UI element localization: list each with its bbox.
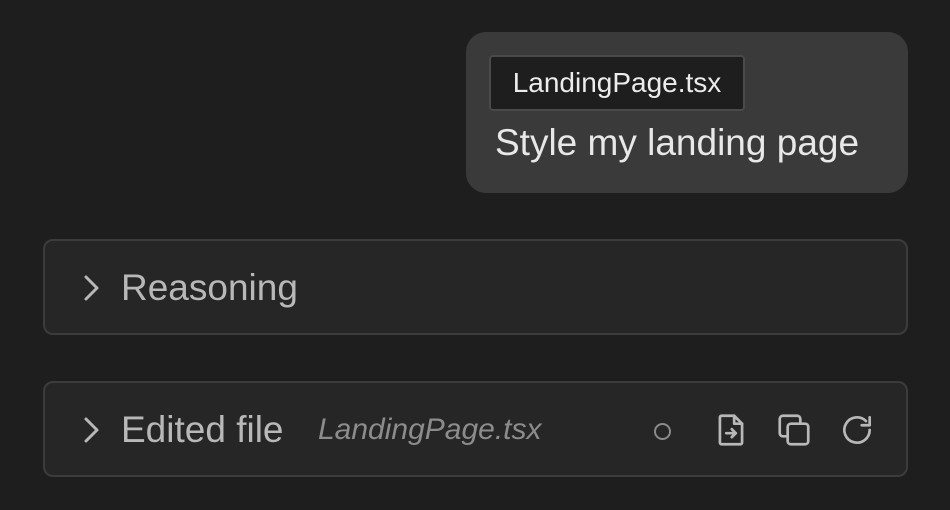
refresh-icon: [843, 415, 872, 444]
apply-file-icon: [718, 414, 744, 446]
user-message-text: Style my landing page: [495, 122, 860, 163]
reasoning-label: Reasoning: [121, 267, 298, 308]
edited-file-name[interactable]: LandingPage.tsx: [318, 413, 542, 447]
chevron-right-icon: [84, 275, 99, 301]
user-message-bubble: LandingPage.tsx Style my landing page: [466, 32, 908, 193]
status-dot-icon: [654, 423, 671, 440]
chevron-right-icon: [84, 417, 99, 443]
edited-file-label: Edited file: [121, 409, 284, 450]
chat-panel: LandingPage.tsx Style my landing page Re…: [0, 0, 950, 510]
apply-file-button[interactable]: [711, 409, 751, 451]
edited-file-row[interactable]: Edited file LandingPage.tsx: [43, 381, 908, 477]
attachment-chip[interactable]: LandingPage.tsx: [489, 55, 745, 111]
copy-button[interactable]: [774, 409, 814, 451]
reasoning-toggle[interactable]: Reasoning: [43, 239, 908, 335]
copy-icon: [778, 414, 810, 446]
refresh-button[interactable]: [837, 409, 877, 451]
